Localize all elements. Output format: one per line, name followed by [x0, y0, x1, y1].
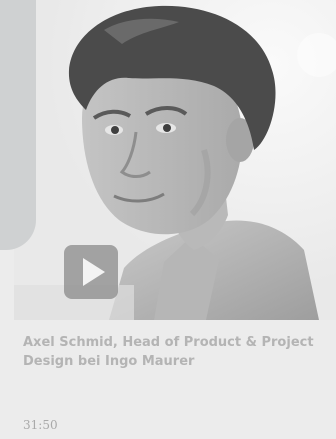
play-button[interactable] — [64, 245, 118, 299]
video-thumbnail[interactable] — [14, 0, 336, 320]
video-card[interactable]: Axel Schmid, Head of Product & Project D… — [0, 0, 336, 439]
play-icon — [83, 258, 105, 286]
side-tab — [0, 0, 36, 250]
video-title[interactable]: Axel Schmid, Head of Product & Project D… — [23, 333, 323, 371]
video-duration: 31:50 — [23, 418, 58, 432]
portrait-image — [14, 0, 336, 320]
